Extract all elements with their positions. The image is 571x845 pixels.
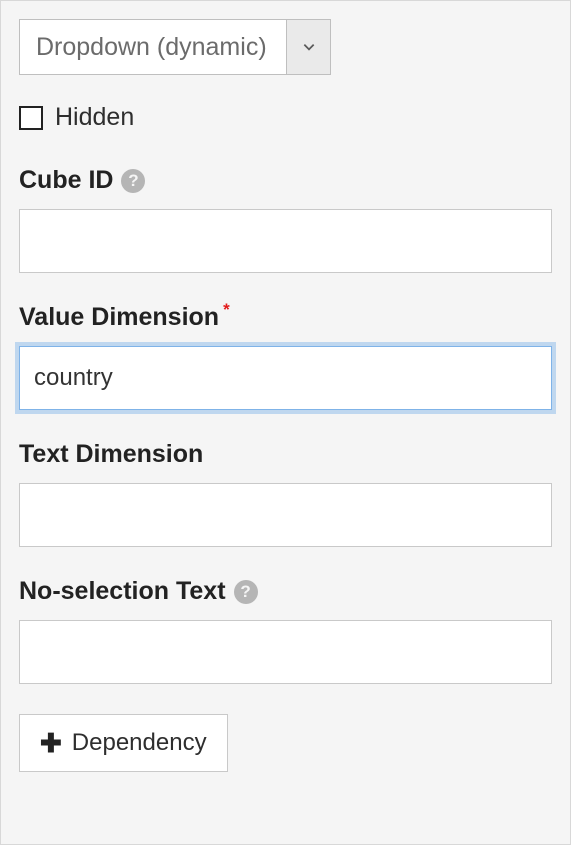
value-dimension-label: Value Dimension [19, 303, 219, 332]
text-dimension-label-row: Text Dimension [19, 440, 552, 469]
add-dependency-button[interactable]: ✚ Dependency [19, 714, 228, 772]
help-icon[interactable]: ? [234, 580, 258, 604]
value-dimension-input[interactable] [19, 346, 552, 410]
hidden-checkbox-row: Hidden [19, 103, 552, 132]
value-dimension-label-row: Value Dimension * [19, 303, 552, 332]
cube-id-label: Cube ID [19, 166, 113, 195]
required-icon: * [223, 300, 230, 320]
text-dimension-input[interactable] [19, 483, 552, 547]
hidden-checkbox[interactable] [19, 106, 43, 130]
value-dimension-field: Value Dimension * [19, 303, 552, 410]
no-selection-text-label: No-selection Text [19, 577, 226, 606]
plus-icon: ✚ [40, 730, 62, 756]
no-selection-text-label-row: No-selection Text ? [19, 577, 552, 606]
no-selection-text-input[interactable] [19, 620, 552, 684]
type-select[interactable]: Dropdown (dynamic) [19, 19, 331, 75]
text-dimension-label: Text Dimension [19, 440, 203, 469]
text-dimension-field: Text Dimension [19, 440, 552, 547]
cube-id-field: Cube ID ? [19, 166, 552, 273]
type-select-value: Dropdown (dynamic) [19, 19, 287, 75]
cube-id-input[interactable] [19, 209, 552, 273]
chevron-down-icon [302, 40, 316, 54]
hidden-label: Hidden [55, 103, 134, 132]
help-icon[interactable]: ? [121, 169, 145, 193]
form-panel: Dropdown (dynamic) Hidden Cube ID ? Valu… [0, 0, 571, 845]
add-dependency-label: Dependency [72, 729, 207, 757]
no-selection-text-field: No-selection Text ? [19, 577, 552, 684]
cube-id-label-row: Cube ID ? [19, 166, 552, 195]
type-select-toggle[interactable] [287, 19, 331, 75]
